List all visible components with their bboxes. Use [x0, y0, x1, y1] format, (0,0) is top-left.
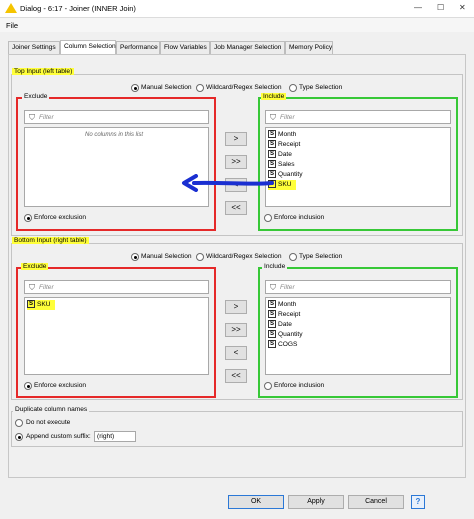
- top-manual-selection-label: Manual Selection: [141, 84, 192, 91]
- funnel-icon: ⛉: [270, 113, 276, 122]
- top-enforce-exclusion-radio[interactable]: [24, 214, 32, 222]
- bottom-exclude-label: Exclude: [21, 263, 49, 270]
- list-item[interactable]: S Month: [268, 130, 296, 140]
- top-wildcard-label: Wildcard/Regex Selection: [206, 84, 282, 91]
- bottom-remove-all-button[interactable]: <<: [225, 369, 247, 383]
- top-exclude-label: Exclude: [22, 93, 50, 100]
- title-bar: Dialog - 6:17 - Joiner (INNER Join) — ☐ …: [0, 0, 474, 18]
- funnel-icon: ⛉: [29, 283, 35, 292]
- bottom-include-filter[interactable]: ⛉ Filter: [265, 280, 451, 294]
- tab-performance[interactable]: Performance: [116, 41, 160, 54]
- top-include-list[interactable]: S Month S Receipt S Date S Sales S Quantity S…: [265, 127, 451, 207]
- menu-bar: File: [0, 18, 474, 32]
- tab-column-selection[interactable]: Column Selection: [60, 40, 116, 54]
- top-type-selection-radio[interactable]: [289, 84, 297, 92]
- apply-button[interactable]: Apply: [288, 495, 344, 509]
- ok-button[interactable]: OK: [228, 495, 284, 509]
- help-icon[interactable]: ?: [411, 495, 425, 509]
- top-type-selection-label: Type Selection: [299, 84, 343, 91]
- tab-joiner-settings[interactable]: Joiner Settings: [8, 41, 60, 54]
- tab-flow-variables[interactable]: Flow Variables: [160, 41, 210, 54]
- list-item[interactable]: S Receipt: [268, 310, 300, 320]
- minimize-button[interactable]: —: [414, 3, 422, 12]
- list-item[interactable]: S Sales: [268, 160, 295, 170]
- close-button[interactable]: ✕: [459, 3, 466, 12]
- tab-memory-policy[interactable]: Memory Policy: [285, 41, 333, 54]
- list-item[interactable]: S Receipt: [268, 140, 300, 150]
- append-suffix-radio[interactable]: [15, 433, 23, 441]
- bottom-manual-selection-radio[interactable]: [131, 253, 139, 261]
- bottom-exclude-filter[interactable]: ⛉ Filter: [24, 280, 209, 294]
- menu-file[interactable]: File: [6, 21, 18, 30]
- top-wildcard-radio[interactable]: [196, 84, 204, 92]
- list-item-sku-highlighted[interactable]: S SKU: [27, 300, 55, 310]
- do-not-execute-radio[interactable]: [15, 419, 23, 427]
- bottom-type-selection-radio[interactable]: [289, 253, 297, 261]
- top-enforce-inclusion-radio[interactable]: [264, 214, 272, 222]
- knime-logo-icon: [5, 3, 17, 13]
- list-item[interactable]: S COGS: [268, 340, 297, 350]
- duplicate-columns-label: Duplicate column names: [13, 406, 90, 413]
- bottom-wildcard-label: Wildcard/Regex Selection: [206, 253, 282, 260]
- bottom-include-list[interactable]: S Month S Receipt S Date S Quantity S COGS: [265, 297, 451, 375]
- top-remove-all-button[interactable]: <<: [225, 201, 247, 215]
- list-item[interactable]: S Quantity: [268, 330, 303, 340]
- top-manual-selection-radio[interactable]: [131, 84, 139, 92]
- top-include-filter[interactable]: ⛉ Filter: [265, 110, 451, 124]
- suffix-input[interactable]: (right): [94, 431, 136, 442]
- funnel-icon: ⛉: [29, 113, 35, 122]
- top-enforce-exclusion-label: Enforce exclusion: [34, 214, 87, 221]
- append-suffix-label: Append custom suffix:: [26, 433, 91, 440]
- top-add-all-button[interactable]: >>: [225, 155, 247, 169]
- top-exclude-list[interactable]: No columns in this list: [24, 127, 209, 207]
- list-item[interactable]: S Date: [268, 150, 292, 160]
- bottom-enforce-exclusion-radio[interactable]: [24, 382, 32, 390]
- bottom-manual-selection-label: Manual Selection: [141, 253, 192, 260]
- bottom-add-all-button[interactable]: >>: [225, 323, 247, 337]
- duplicate-columns-group: [11, 411, 463, 447]
- window-title: Dialog - 6:17 - Joiner (INNER Join): [20, 4, 136, 13]
- bottom-input-label: Bottom Input (right table): [12, 237, 89, 244]
- bottom-enforce-inclusion-label: Enforce inclusion: [274, 382, 325, 389]
- list-item[interactable]: S Month: [268, 300, 296, 310]
- cancel-button[interactable]: Cancel: [348, 495, 404, 509]
- tab-job-manager-selection[interactable]: Job Manager Selection: [210, 41, 285, 54]
- bottom-type-selection-label: Type Selection: [299, 253, 343, 260]
- bottom-add-button[interactable]: >: [225, 300, 247, 314]
- bottom-enforce-exclusion-label: Enforce exclusion: [34, 382, 87, 389]
- arrow-left-annotation-icon: [182, 174, 274, 192]
- list-item[interactable]: S Date: [268, 320, 292, 330]
- top-exclude-empty-message: No columns in this list: [85, 132, 144, 138]
- do-not-execute-label: Do not execute: [26, 419, 71, 426]
- maximize-button[interactable]: ☐: [437, 3, 444, 12]
- bottom-wildcard-radio[interactable]: [196, 253, 204, 261]
- funnel-icon: ⛉: [270, 283, 276, 292]
- top-add-button[interactable]: >: [225, 132, 247, 146]
- bottom-exclude-list[interactable]: S SKU: [24, 297, 209, 375]
- bottom-remove-button[interactable]: <: [225, 346, 247, 360]
- top-input-label: Top Input (left table): [12, 68, 75, 75]
- top-exclude-filter[interactable]: ⛉ Filter: [24, 110, 209, 124]
- top-enforce-inclusion-label: Enforce inclusion: [274, 214, 325, 221]
- top-include-label: Include: [261, 93, 287, 100]
- bottom-enforce-inclusion-radio[interactable]: [264, 382, 272, 390]
- bottom-include-label: Include: [262, 263, 288, 270]
